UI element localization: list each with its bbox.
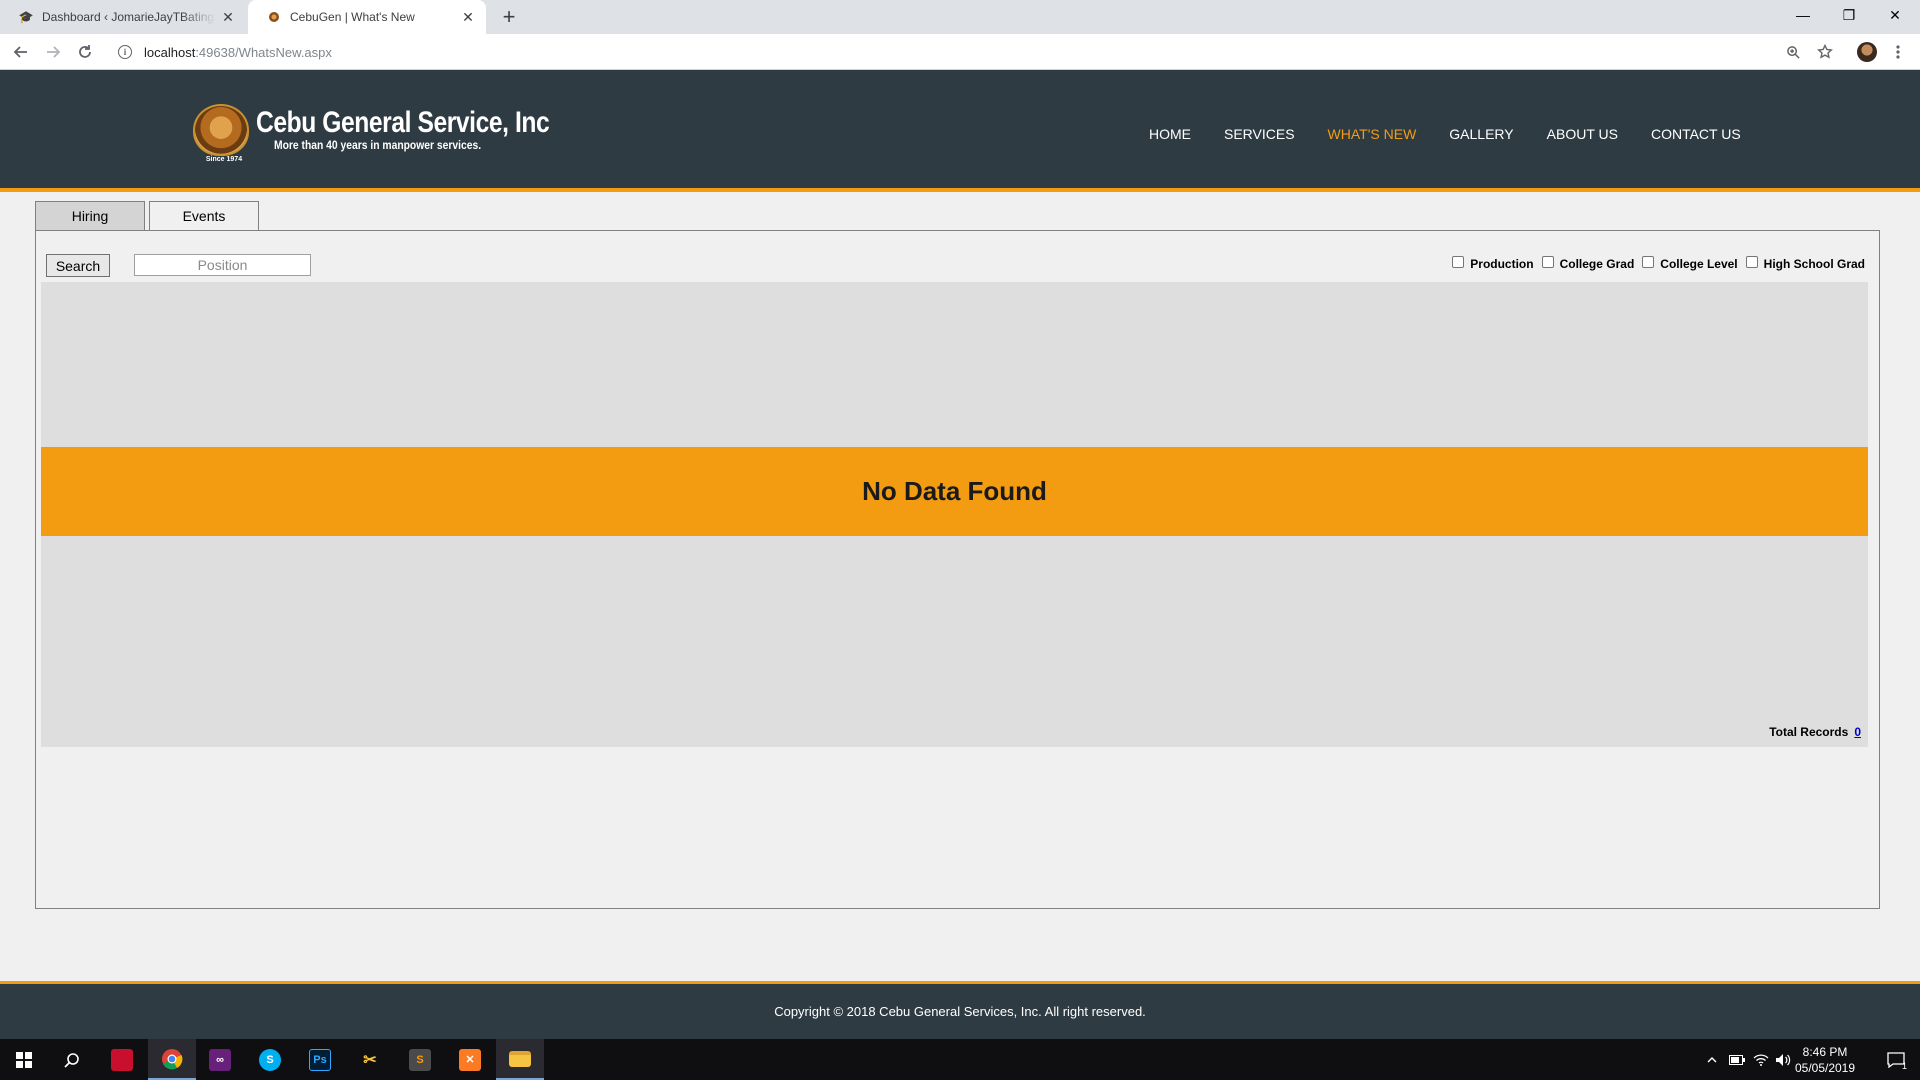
skype-icon[interactable]: S <box>246 1039 294 1080</box>
main-nav: HOME SERVICES WHAT'S NEW GALLERY ABOUT U… <box>1149 126 1774 142</box>
xampp-icon[interactable]: ✕ <box>446 1039 494 1080</box>
taskbar-clock[interactable]: 8:46 PM 05/05/2019 <box>1790 1044 1860 1076</box>
brand-name[interactable]: Cebu General Service, Inc <box>256 106 550 140</box>
nav-services[interactable]: SERVICES <box>1224 126 1295 142</box>
profile-avatar-icon[interactable] <box>1857 42 1877 62</box>
brand-tagline: More than 40 years in manpower services. <box>274 138 482 152</box>
lion-logo-icon[interactable] <box>193 104 249 156</box>
windows-taskbar: ∞ S Ps ✂ S ✕ 8:46 PM 05/05/2019 1 <box>0 1039 1920 1080</box>
notification-center-icon[interactable]: 1 <box>1872 1039 1920 1080</box>
photoshop-icon[interactable]: Ps <box>296 1039 344 1080</box>
tools-icon[interactable]: ✂ <box>346 1039 394 1080</box>
browser-tab-dashboard[interactable]: 🎓 Dashboard ‹ JomarieJayTBatingal ✕ <box>0 0 246 34</box>
lion-favicon-icon <box>266 9 282 25</box>
file-explorer-icon[interactable] <box>496 1039 544 1080</box>
visual-studio-icon[interactable]: ∞ <box>196 1039 244 1080</box>
clock-time: 8:46 PM <box>1802 1045 1848 1059</box>
filter-label: College Level <box>1660 257 1738 271</box>
clock-date: 05/05/2019 <box>1794 1061 1856 1075</box>
back-arrow-icon[interactable] <box>9 40 33 64</box>
content-tabs: Hiring Events <box>35 201 263 230</box>
nav-gallery[interactable]: GALLERY <box>1449 126 1513 142</box>
forward-arrow-icon[interactable] <box>41 40 65 64</box>
chrome-icon[interactable] <box>148 1039 196 1080</box>
filter-label: High School Grad <box>1763 257 1865 271</box>
sublime-text-icon[interactable]: S <box>396 1039 444 1080</box>
nav-about-us[interactable]: ABOUT US <box>1547 126 1618 142</box>
filter-college-grad[interactable]: College Grad <box>1541 256 1635 271</box>
nav-home[interactable]: HOME <box>1149 126 1191 142</box>
bookmark-star-icon[interactable] <box>1813 40 1837 64</box>
filter-college-level[interactable]: College Level <box>1642 256 1738 271</box>
browser-tab-cebugen[interactable]: CebuGen | What's New ✕ <box>248 0 486 34</box>
checkbox[interactable] <box>1541 256 1554 268</box>
hiring-panel: Search Production College Grad College L… <box>35 230 1880 909</box>
url-text: localhost:49638/WhatsNew.aspx <box>144 44 332 60</box>
graduation-cap-icon: 🎓 <box>18 10 34 24</box>
tab-events[interactable]: Events <box>149 201 259 230</box>
chevron-up-icon[interactable] <box>1703 1039 1721 1080</box>
battery-icon[interactable] <box>1726 1039 1748 1080</box>
total-records-link[interactable]: 0 <box>1854 725 1861 739</box>
filter-label: College Grad <box>1559 257 1635 271</box>
position-input[interactable] <box>134 254 311 276</box>
more-menu-icon[interactable] <box>1886 40 1910 64</box>
results-grid: No Data Found Total Records 0 <box>41 282 1868 747</box>
browser-tab-strip: 🎓 Dashboard ‹ JomarieJayTBatingal ✕ Cebu… <box>0 0 1920 34</box>
site-header: Since 1974 Cebu General Service, Inc Mor… <box>0 70 1920 192</box>
filter-high-school-grad[interactable]: High School Grad <box>1745 256 1865 271</box>
copyright-text: Copyright © 2018 Cebu General Services, … <box>774 1004 1146 1019</box>
minimize-button[interactable]: — <box>1780 0 1826 30</box>
browser-toolbar: i localhost:49638/WhatsNew.aspx <box>0 34 1920 70</box>
notification-count: 1 <box>1902 1061 1908 1071</box>
address-bar[interactable]: i localhost:49638/WhatsNew.aspx <box>108 38 1820 66</box>
filter-label: Production <box>1470 257 1534 271</box>
filter-production[interactable]: Production <box>1452 256 1534 271</box>
checkbox[interactable] <box>1745 256 1758 268</box>
total-records: Total Records 0 <box>1769 725 1861 739</box>
tab-title: Dashboard ‹ JomarieJayTBatingal <box>42 10 216 24</box>
site-footer: Copyright © 2018 Cebu General Services, … <box>0 981 1920 1039</box>
close-window-button[interactable]: ✕ <box>1872 0 1918 30</box>
search-icon[interactable] <box>48 1039 96 1080</box>
restore-button[interactable]: ❐ <box>1826 0 1872 30</box>
close-tab-icon[interactable]: ✕ <box>216 9 240 26</box>
wifi-icon[interactable] <box>1750 1039 1772 1080</box>
acrobat-icon[interactable] <box>98 1039 146 1080</box>
new-tab-button[interactable]: + <box>496 4 522 30</box>
close-tab-icon[interactable]: ✕ <box>456 9 480 26</box>
windows-start-icon[interactable] <box>0 1039 48 1080</box>
site-info-icon[interactable]: i <box>118 45 132 59</box>
total-records-label: Total Records <box>1769 725 1849 739</box>
logo-since: Since 1974 <box>205 156 243 163</box>
checkbox[interactable] <box>1642 256 1655 268</box>
zoom-icon[interactable] <box>1781 40 1805 64</box>
tab-title: CebuGen | What's New <box>290 10 415 24</box>
nav-contact-us[interactable]: CONTACT US <box>1651 126 1741 142</box>
education-filters: Production College Grad College Level Hi… <box>1444 256 1865 271</box>
nav-whats-new[interactable]: WHAT'S NEW <box>1328 126 1417 142</box>
search-button[interactable]: Search <box>46 254 110 277</box>
no-data-message: No Data Found <box>41 447 1868 536</box>
checkbox[interactable] <box>1452 256 1465 268</box>
reload-icon[interactable] <box>73 40 97 64</box>
tab-hiring[interactable]: Hiring <box>35 201 145 230</box>
